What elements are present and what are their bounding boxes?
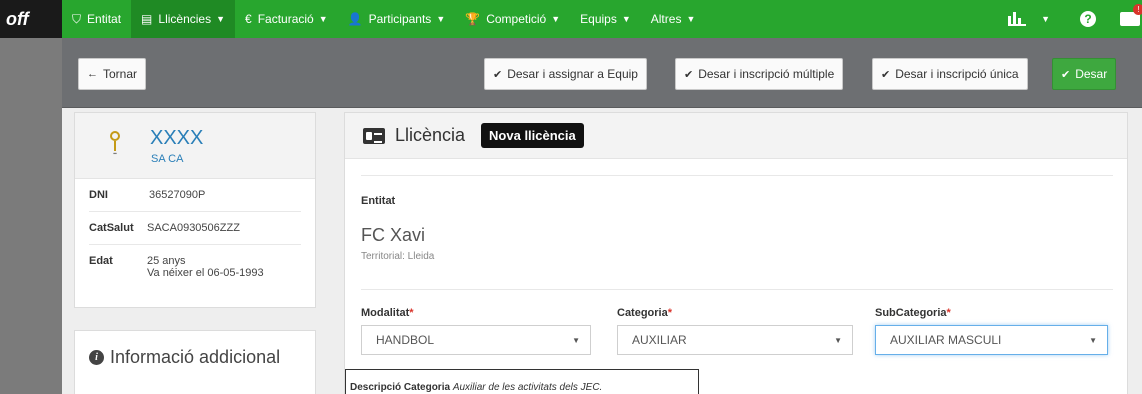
club-logo: ▪▪ bbox=[103, 127, 127, 157]
edat-label: Edat bbox=[89, 255, 113, 267]
category-description-text: Auxiliar de les activitats dels JEC. bbox=[452, 382, 603, 393]
back-button-label: Tornar bbox=[103, 67, 138, 81]
category-description-tooltip: Descripció Categoria Auxiliar de les act… bbox=[345, 369, 699, 394]
subcategoria-select[interactable]: AUXILIAR MASCULI ▼ bbox=[875, 325, 1108, 355]
nav-item-label: Participants bbox=[368, 12, 432, 26]
catsalut-value: SACA0930506ZZZ bbox=[147, 222, 240, 234]
help-icon[interactable]: ? bbox=[1080, 11, 1096, 27]
profile-row-dni: DNI 36527090P bbox=[89, 179, 301, 212]
divider bbox=[361, 289, 1113, 290]
birth-date-value: Va néixer el 06-05-1993 bbox=[147, 267, 264, 279]
nav-item-facturacio[interactable]: € Facturació ▼ bbox=[235, 0, 338, 38]
nav-item-label: Llicències bbox=[158, 12, 212, 26]
nav-item-label: Equips bbox=[580, 12, 617, 26]
save-assign-team-button[interactable]: ✔ Desar i assignar a Equip bbox=[484, 58, 647, 90]
edat-value: 25 anys Va néixer el 06-05-1993 bbox=[147, 255, 264, 279]
chevron-down-icon: ▼ bbox=[551, 14, 561, 24]
categoria-select[interactable]: AUXILIAR ▼ bbox=[617, 325, 853, 355]
nav-item-llicencies[interactable]: ▤ Llicències ▼ bbox=[131, 0, 236, 38]
entitat-territorial: Territorial: Lleida bbox=[361, 251, 435, 262]
chevron-down-icon: ▼ bbox=[1089, 335, 1097, 345]
license-title: Llicència bbox=[395, 125, 466, 145]
save-single-registration-label: Desar i inscripció única bbox=[895, 67, 1019, 81]
stats-menu[interactable]: ▼ bbox=[1008, 0, 1050, 38]
chevron-down-icon: ▼ bbox=[834, 335, 842, 345]
nav-item-label: Facturació bbox=[257, 12, 314, 26]
additional-info-card: i Informació addicional bbox=[74, 330, 316, 394]
subcategoria-label: SubCategoria* bbox=[875, 307, 951, 319]
check-icon: ✔ bbox=[493, 68, 503, 81]
license-header: Llicència Nova llicència bbox=[345, 113, 1127, 159]
chevron-down-icon: ▼ bbox=[1041, 14, 1050, 24]
back-button[interactable]: ← Tornar bbox=[78, 58, 147, 90]
chevron-down-icon: ▼ bbox=[686, 14, 696, 24]
id-card-icon: ▤ bbox=[141, 12, 153, 26]
profile-header: ▪▪ XXXX SA CA bbox=[75, 113, 315, 179]
nav-item-participants[interactable]: 👤 Participants ▼ bbox=[338, 0, 456, 38]
additional-info-label: Informació addicional bbox=[110, 347, 281, 367]
chevron-down-icon: ▼ bbox=[318, 14, 328, 24]
id-card-icon bbox=[363, 127, 385, 144]
save-multiple-registration-button[interactable]: ✔ Desar i inscripció múltiple bbox=[675, 58, 844, 90]
modalitat-label: Modalitat* bbox=[361, 307, 414, 319]
dni-label: DNI bbox=[89, 189, 108, 201]
profile-row-catsalut: CatSalut SACA0930506ZZZ bbox=[89, 212, 301, 245]
profile-subname: SA CA bbox=[151, 153, 184, 165]
save-button-label: Desar bbox=[1075, 67, 1108, 81]
action-bar: ← Tornar ✔ Desar i assignar a Equip ✔ De… bbox=[62, 38, 1142, 108]
save-multiple-registration-label: Desar i inscripció múltiple bbox=[698, 67, 835, 81]
age-value: 25 anys bbox=[147, 255, 186, 267]
main-content: ▪▪ XXXX SA CA DNI 36527090P CatSalut SAC… bbox=[62, 108, 1142, 394]
chevron-down-icon: ▼ bbox=[572, 335, 580, 345]
new-license-badge: Nova llicència bbox=[481, 123, 584, 148]
catsalut-label: CatSalut bbox=[89, 222, 134, 234]
nav-item-entitat[interactable]: ⛉ Entitat bbox=[62, 0, 131, 38]
user-icon: 👤 bbox=[347, 12, 363, 26]
info-icon: i bbox=[89, 350, 104, 365]
nav-item-equips[interactable]: Equips ▼ bbox=[570, 0, 641, 38]
check-icon: ✔ bbox=[881, 68, 891, 81]
entitat-label: Entitat bbox=[361, 195, 396, 207]
nav-item-label: Altres bbox=[650, 12, 682, 26]
bar-chart-icon bbox=[1008, 12, 1027, 26]
nav-item-competicio[interactable]: 🏆 Competició ▼ bbox=[455, 0, 570, 38]
trophy-icon: 🏆 bbox=[465, 12, 481, 26]
notification-badge: ! bbox=[1133, 4, 1142, 15]
nav-item-label: Competició bbox=[486, 12, 547, 26]
profile-name[interactable]: XXXX bbox=[150, 127, 203, 150]
entitat-name: FC Xavi bbox=[361, 225, 426, 245]
mail-icon[interactable]: ! bbox=[1120, 4, 1142, 26]
nav-right-tools: ▼ ? ! bbox=[1008, 0, 1142, 38]
nav-item-label: Entitat bbox=[87, 12, 122, 26]
brand-logo[interactable]: off bbox=[0, 0, 62, 38]
additional-info-title: i Informació addicional bbox=[75, 331, 315, 368]
license-panel: Llicència Nova llicència Entitat FC Xavi… bbox=[344, 112, 1128, 394]
modalitat-select[interactable]: HANDBOL ▼ bbox=[361, 325, 591, 355]
categoria-label: Categoria* bbox=[617, 307, 673, 319]
shield-icon: ⛉ bbox=[72, 11, 82, 26]
dni-value: 36527090P bbox=[149, 189, 206, 201]
categoria-value: AUXILIAR bbox=[632, 333, 687, 347]
euro-icon: € bbox=[245, 12, 252, 26]
left-sidebar-strip bbox=[0, 38, 62, 394]
chevron-down-icon: ▼ bbox=[216, 14, 226, 24]
top-navbar: off ⛉ Entitat ▤ Llicències ▼ € Facturaci… bbox=[0, 0, 1142, 38]
save-single-registration-button[interactable]: ✔ Desar i inscripció única bbox=[872, 58, 1028, 90]
modalitat-value: HANDBOL bbox=[376, 333, 435, 347]
check-icon: ✔ bbox=[684, 68, 694, 81]
chevron-down-icon: ▼ bbox=[621, 14, 631, 24]
chevron-down-icon: ▼ bbox=[436, 14, 446, 24]
check-icon: ✔ bbox=[1061, 68, 1071, 81]
profile-card: ▪▪ XXXX SA CA DNI 36527090P CatSalut SAC… bbox=[74, 112, 316, 308]
save-assign-team-label: Desar i assignar a Equip bbox=[507, 67, 638, 81]
profile-row-edat: Edat 25 anys Va néixer el 06-05-1993 bbox=[89, 245, 301, 289]
arrow-left-icon: ← bbox=[87, 68, 98, 80]
subcategoria-value: AUXILIAR MASCULI bbox=[890, 333, 1002, 347]
nav-item-altres[interactable]: Altres ▼ bbox=[641, 0, 706, 38]
divider bbox=[361, 175, 1113, 176]
save-button[interactable]: ✔ Desar bbox=[1052, 58, 1117, 90]
category-description-label: Descripció Categoria bbox=[350, 382, 451, 393]
